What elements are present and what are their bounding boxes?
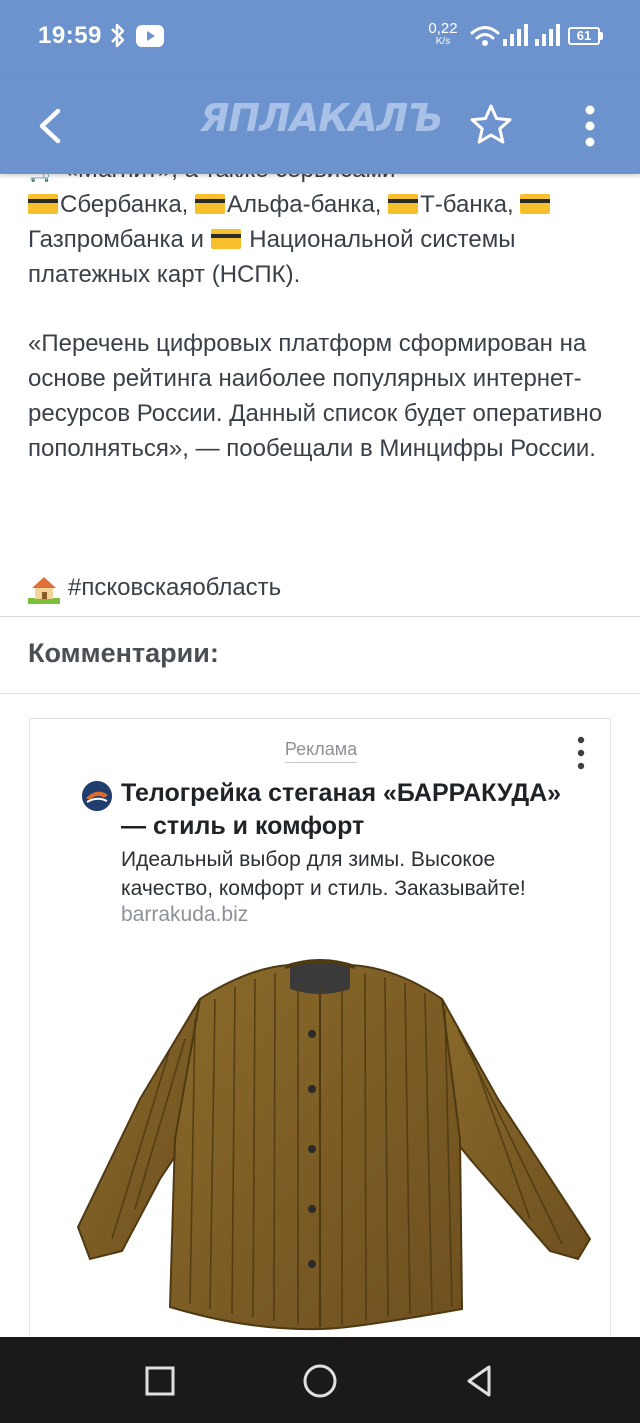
article-text-gazprom: Газпромбанка и <box>28 226 211 253</box>
credit-card-icon <box>520 194 551 214</box>
system-nav-bar <box>0 1337 640 1423</box>
hashtag-link[interactable]: #псковскаяобласть <box>68 574 281 601</box>
youtube-icon <box>136 25 164 52</box>
ad-domain-link[interactable]: barrakuda.biz <box>121 903 248 927</box>
site-logo[interactable]: ЯПЛАКАЛЪ <box>196 96 446 140</box>
ad-card[interactable]: Реклама Телогрейка стеганая «БАРРАКУДА» … <box>29 718 611 1358</box>
ad-title-link[interactable]: Телогрейка стеганая «БАРРАКУДА» — стиль … <box>121 777 591 843</box>
square-icon <box>145 1366 175 1396</box>
more-vertical-icon <box>577 736 585 770</box>
jacket-image <box>76 959 592 1331</box>
divider <box>0 693 640 694</box>
battery-level: 61 <box>576 28 592 43</box>
ad-description: Идеальный выбор для зимы. Высокое качест… <box>121 848 526 900</box>
ad-label: Реклама <box>30 739 610 763</box>
battery-tip <box>600 32 603 40</box>
battery-icon: 61 <box>568 27 600 45</box>
back-arrow-icon <box>39 108 61 144</box>
article-paragraph-quote: «Перечень цифровых платформ сформирован … <box>28 330 603 462</box>
star-icon <box>470 104 512 144</box>
advertiser-logo <box>82 781 112 811</box>
signal-icon <box>534 24 562 53</box>
wifi-icon <box>470 24 500 53</box>
hashtag-row: #псковскаяобласть <box>28 570 281 606</box>
divider <box>0 616 640 617</box>
triangle-back-icon <box>467 1365 491 1397</box>
ad-more-button[interactable] <box>571 735 591 771</box>
signal-icon <box>502 24 530 53</box>
credit-card-icon <box>28 194 58 214</box>
app-bar: ЯПЛАКАЛЪ <box>0 78 640 174</box>
net-speed-value: 0,22 <box>428 20 458 37</box>
status-bar: 19:59 0,22 K/s 61 <box>0 0 640 78</box>
recent-apps-button[interactable] <box>138 1359 182 1403</box>
comments-title: Комментарии: <box>28 638 219 668</box>
bluetooth-icon <box>110 22 126 55</box>
home-button[interactable] <box>298 1359 342 1403</box>
more-vertical-icon <box>585 105 595 147</box>
back-nav-button[interactable] <box>458 1359 502 1403</box>
more-options-button[interactable] <box>578 102 602 150</box>
favorite-button[interactable] <box>468 102 514 148</box>
back-button[interactable] <box>30 103 70 149</box>
article-text-tbank: Т-банка, <box>420 191 521 218</box>
article-text-sber: Сбербанка, <box>60 191 196 218</box>
credit-card-icon <box>388 194 419 214</box>
credit-card-icon <box>210 229 241 249</box>
article-text-alfa: Альфа-банка, <box>227 191 389 218</box>
circle-icon <box>303 1364 337 1398</box>
credit-card-icon <box>195 194 226 214</box>
net-speed-unit: K/s <box>435 36 451 47</box>
house-icon <box>28 574 60 604</box>
ad-product-image[interactable] <box>50 959 592 1357</box>
net-speed: 0,22 K/s <box>426 20 460 47</box>
status-time: 19:59 <box>38 22 102 49</box>
ad-label-text: Реклама <box>284 739 358 763</box>
